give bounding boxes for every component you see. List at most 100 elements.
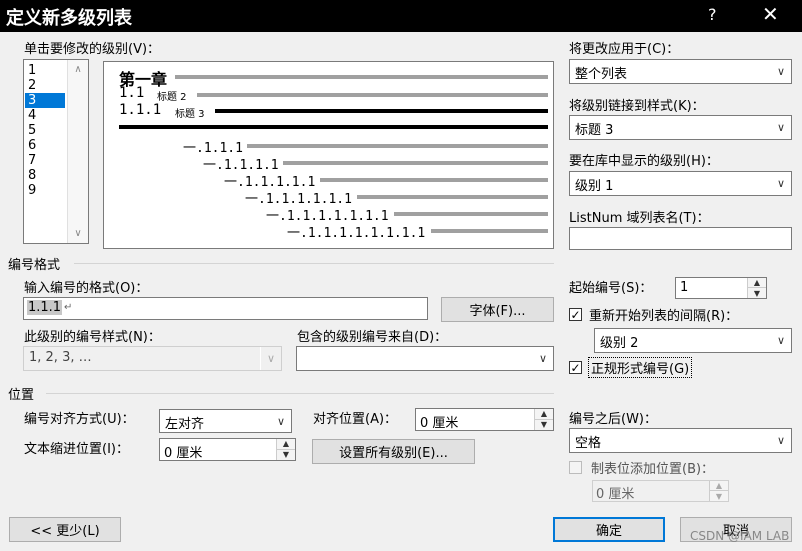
follow-number-value: 空格 (575, 436, 602, 451)
apply-to-value: 整个列表 (575, 67, 628, 82)
section-divider (46, 393, 554, 394)
spin-down-icon[interactable]: ▼ (710, 491, 728, 501)
less-button[interactable]: << 更少(L) (9, 517, 121, 542)
align-at-label: 对齐位置(A)： (313, 412, 398, 427)
align-at-spinner[interactable]: 0 厘米 ▲ ▼ (415, 408, 554, 431)
set-all-levels-button[interactable]: 设置所有级别(E)... (312, 439, 475, 464)
align-at-value: 0 厘米 (420, 416, 459, 431)
gallery-level-value: 级别 1 (575, 179, 614, 194)
level-list-item[interactable]: 7 (25, 153, 65, 168)
level-list-item[interactable]: 4 (25, 108, 65, 123)
format-label: 输入编号的格式(O)： (24, 281, 149, 296)
dialog-title: 定义新多级列表 (6, 8, 132, 29)
chevron-down-icon: ∨ (260, 347, 281, 370)
restart-level-select[interactable]: 级别 2 ∨ (594, 328, 792, 353)
format-input[interactable]: 1.1.1 ↵ (23, 297, 428, 320)
spin-down-icon[interactable]: ▼ (535, 420, 553, 431)
preview-pane: 第一章 1.1 标题 2 1.1.1 标题 3 一.1.1.1 一.1.1.1.1… (103, 61, 554, 249)
number-style-value: 1, 2, 3, … (29, 350, 92, 365)
listnum-label: ListNum 域列表名(T)： (569, 211, 710, 226)
spin-up-icon[interactable]: ▲ (710, 481, 728, 491)
restart-level-value: 级别 2 (600, 336, 639, 351)
level-list-item[interactable]: 9 (25, 183, 65, 198)
chevron-down-icon: ∨ (770, 60, 791, 83)
close-button[interactable]: ✕ (762, 2, 779, 26)
preview-l2-style: 标题 2 (157, 92, 187, 103)
indent-value: 0 厘米 (164, 446, 203, 461)
start-at-label: 起始编号(S)： (569, 281, 653, 296)
format-value: 1.1.1 (27, 300, 63, 315)
return-mark-icon: ↵ (64, 302, 73, 313)
preview-line (175, 75, 548, 79)
position-section-label: 位置 (8, 388, 35, 403)
scroll-down-icon[interactable]: ∨ (68, 228, 88, 239)
scroll-up-icon[interactable]: ∧ (68, 64, 88, 75)
link-style-select[interactable]: 标题 3 ∨ (569, 115, 792, 140)
preview-line (431, 229, 548, 233)
spinner-buttons[interactable]: ▲ ▼ (276, 439, 295, 460)
apply-to-label: 将更改应用于(C)： (569, 42, 680, 57)
gallery-level-label: 要在库中显示的级别(H)： (569, 154, 719, 169)
ok-button[interactable]: 确定 (553, 517, 665, 542)
listnum-input[interactable] (569, 227, 792, 250)
level-list-item[interactable]: 3 (25, 93, 65, 108)
apply-to-select[interactable]: 整个列表 ∨ (569, 59, 792, 84)
preview-line (320, 178, 548, 182)
chevron-down-icon: ∨ (770, 116, 791, 139)
include-level-select[interactable]: ∨ (296, 346, 554, 371)
indent-spinner[interactable]: 0 厘米 ▲ ▼ (159, 438, 296, 461)
number-style-select[interactable]: 1, 2, 3, … ∨ (23, 346, 282, 371)
level-list[interactable]: 123456789 ∧ ∨ (23, 59, 89, 244)
start-at-spinner[interactable]: 1 ▲ ▼ (675, 277, 767, 299)
chevron-down-icon: ∨ (770, 329, 791, 352)
restart-label: 重新开始列表的间隔(R)： (589, 309, 739, 324)
level-list-item[interactable]: 1 (25, 63, 65, 78)
tab-stop-checkbox[interactable] (569, 461, 582, 474)
preview-l3-number: 1.1.1 (119, 102, 162, 118)
chevron-down-icon: ∨ (532, 347, 553, 370)
chevron-down-icon: ∨ (770, 429, 791, 452)
level-list-item[interactable]: 2 (25, 78, 65, 93)
start-at-value: 1 (680, 280, 689, 295)
preview-line (197, 93, 548, 97)
tab-stop-label: 制表位添加位置(B)： (591, 462, 715, 477)
section-divider (74, 263, 554, 264)
align-select[interactable]: 左对齐 ∨ (159, 409, 292, 433)
preview-l3-style: 标题 3 (175, 109, 205, 120)
level-list-scrollbar[interactable]: ∧ ∨ (67, 60, 88, 243)
level-list-item[interactable]: 6 (25, 138, 65, 153)
gallery-level-select[interactable]: 级别 1 ∨ (569, 171, 792, 196)
help-button[interactable]: ? (708, 5, 717, 24)
number-style-label: 此级别的编号样式(N)： (24, 330, 161, 345)
follow-number-select[interactable]: 空格 ∨ (569, 428, 792, 453)
number-format-section-label: 编号格式 (8, 258, 61, 273)
tab-stop-spinner[interactable]: 0 厘米 ▲ ▼ (592, 480, 729, 502)
spin-down-icon[interactable]: ▼ (748, 288, 766, 298)
legal-checkbox[interactable]: ✓ (569, 361, 582, 374)
level-list-item[interactable]: 8 (25, 168, 65, 183)
preview-line (394, 212, 548, 216)
indent-label: 文本缩进位置(I)： (24, 442, 129, 457)
spin-up-icon[interactable]: ▲ (748, 278, 766, 288)
spin-down-icon[interactable]: ▼ (277, 450, 295, 461)
include-level-label: 包含的级别编号来自(D)： (297, 330, 448, 345)
level-list-item[interactable]: 5 (25, 123, 65, 138)
chevron-down-icon: ∨ (270, 410, 291, 432)
spinner-buttons[interactable]: ▲ ▼ (534, 409, 553, 430)
follow-number-label: 编号之后(W)： (569, 412, 657, 427)
chevron-down-icon: ∨ (770, 172, 791, 195)
spinner-buttons[interactable]: ▲ ▼ (709, 481, 728, 501)
font-button[interactable]: 字体(F)... (441, 297, 554, 322)
spin-up-icon[interactable]: ▲ (277, 439, 295, 450)
tab-stop-value: 0 厘米 (596, 487, 635, 502)
watermark: CSDN @IAM LAB (690, 529, 790, 543)
legal-label: 正规形式编号(G) (588, 357, 693, 378)
preview-line (283, 161, 548, 165)
preview-line-current (215, 109, 548, 113)
restart-checkbox[interactable]: ✓ (569, 308, 582, 321)
spinner-buttons[interactable]: ▲ ▼ (747, 278, 766, 298)
spin-up-icon[interactable]: ▲ (535, 409, 553, 420)
preview-row-number: 一.1.1.1.1.1.1.1.1 (287, 226, 426, 241)
align-value: 左对齐 (165, 417, 205, 432)
preview-line (357, 195, 548, 199)
